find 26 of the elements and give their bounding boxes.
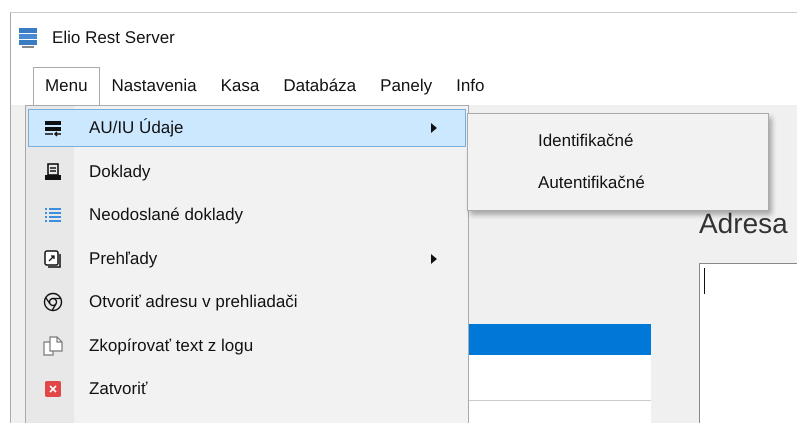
dropdown-item[interactable]: Zkopírovať text z logu: [28, 324, 466, 368]
dropdown-item[interactable]: Neodoslané doklady: [28, 194, 466, 237]
close-icon: [44, 380, 62, 398]
list-icon: [44, 206, 62, 224]
dropdown-item[interactable]: Zatvoriť: [28, 368, 466, 411]
dropdown-item[interactable]: Prehľady: [28, 237, 466, 280]
text-area[interactable]: [699, 263, 797, 423]
menu-bar-item[interactable]: Databáza: [271, 67, 368, 105]
server-icon: [18, 27, 38, 49]
printer-icon: [44, 162, 62, 181]
menu-bar-item[interactable]: Menu: [33, 67, 100, 105]
submenu-item[interactable]: Autentifikačné: [468, 162, 768, 204]
menu-bar-item[interactable]: Info: [444, 67, 496, 105]
dropdown-item[interactable]: Otvoriť adresu v prehliadači: [28, 280, 466, 324]
address-label: Adresa: [699, 209, 789, 239]
submenu-item[interactable]: Identifikačné: [468, 120, 768, 162]
menu-bar-item[interactable]: Panely: [368, 67, 444, 105]
browser-icon: [43, 292, 63, 312]
dropdown-item[interactable]: AU/IU Údaje: [28, 109, 466, 147]
window-title: Elio Rest Server: [52, 28, 175, 48]
dropdown-item[interactable]: Doklady: [28, 150, 466, 194]
report-icon: [44, 250, 62, 268]
server-icon: [44, 119, 62, 137]
menu-bar-item[interactable]: Kasa: [208, 67, 272, 105]
copy-icon: [43, 336, 63, 356]
menu-bar-item[interactable]: Nastavenia: [100, 67, 209, 105]
